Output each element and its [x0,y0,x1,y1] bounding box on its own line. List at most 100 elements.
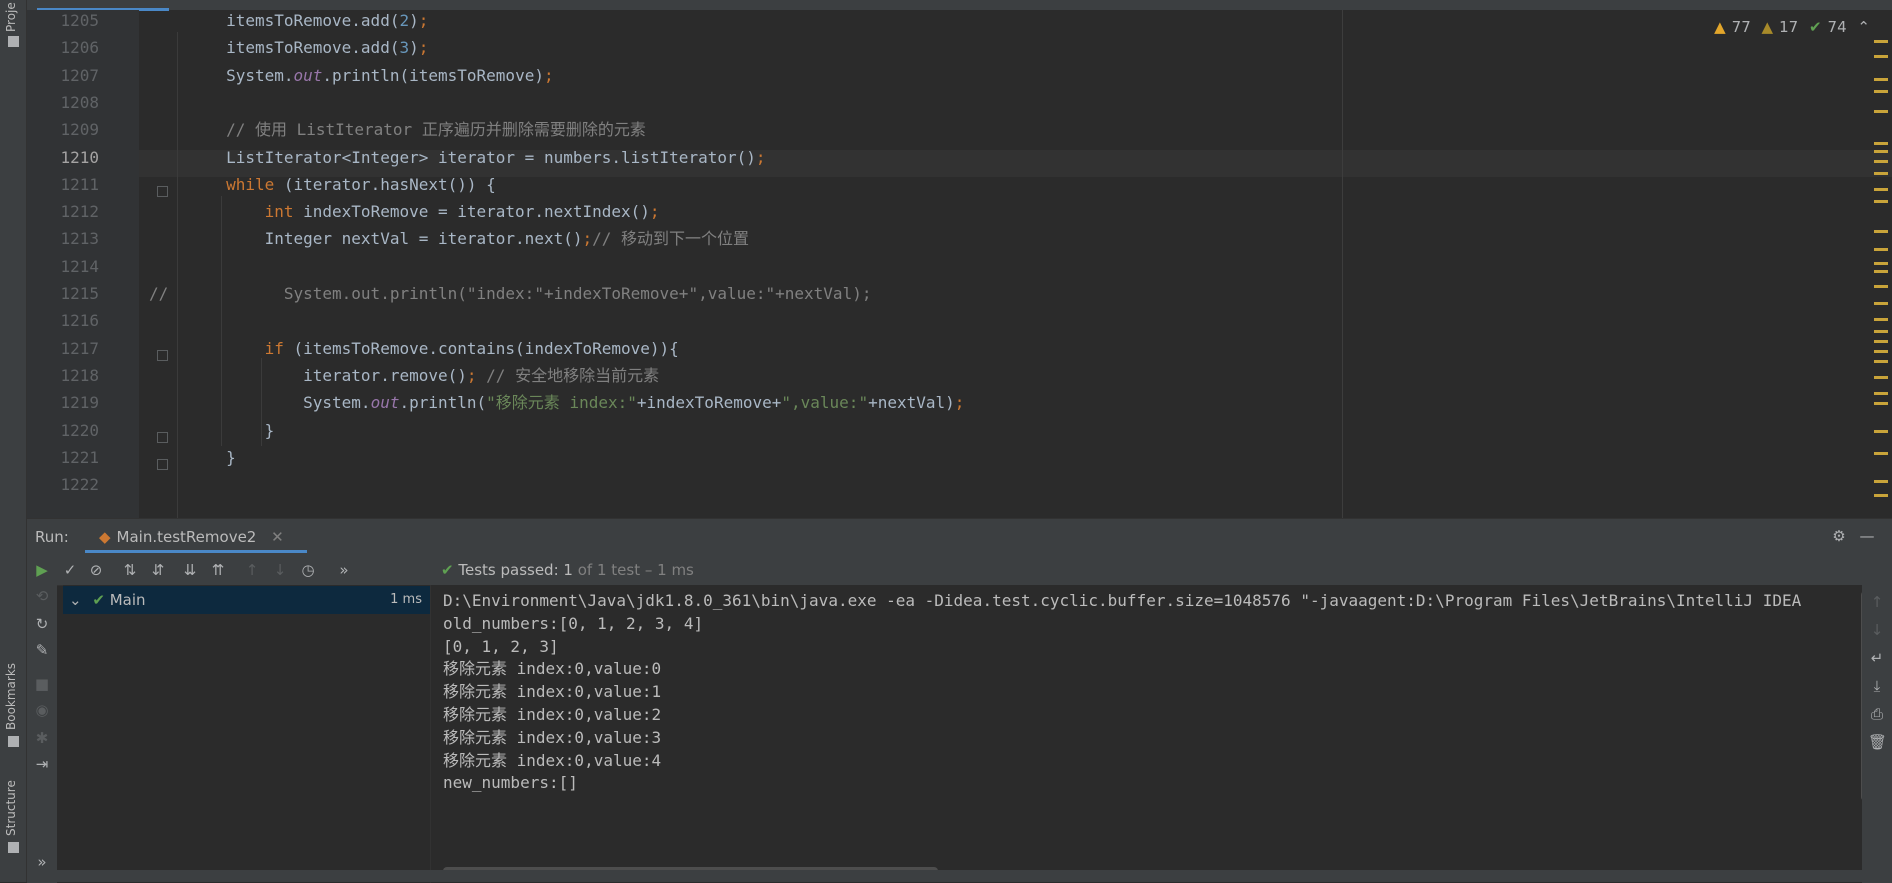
error-stripe-mark[interactable] [1874,230,1888,233]
run-config-tab[interactable]: ◆ Main.testRemove2 ✕ [85,523,298,551]
trash-icon[interactable]: 🗑 [1868,733,1887,751]
error-stripe-mark[interactable] [1874,480,1888,483]
error-stripe-mark[interactable] [1874,350,1888,353]
error-stripe-mark[interactable] [1874,360,1888,363]
error-stripe-mark[interactable] [1874,78,1888,81]
arrow-down-icon[interactable]: ↓ [1868,621,1886,639]
rerun-icon[interactable]: ▶ [33,561,51,579]
error-stripe-mark[interactable] [1874,302,1888,305]
line-number[interactable]: 1214 [27,253,99,280]
next-failed-icon[interactable]: ↓ [271,561,289,579]
exit-icon[interactable]: ⇥ [33,755,51,773]
line-number[interactable]: 1210 [27,144,99,171]
error-stripe-mark[interactable] [1874,142,1888,145]
sort-alphabetically-icon[interactable]: ⇅ [121,561,139,579]
error-stripe-mark[interactable] [1874,110,1888,113]
previous-failed-icon[interactable]: ↑ [243,561,261,579]
error-stripe-mark[interactable] [1874,430,1888,433]
line-number[interactable]: 1207 [27,62,99,89]
tree-row-main[interactable]: ⌄ ✔ Main 1 ms [63,586,430,614]
code-line[interactable]: iterator.remove(); // 安全地移除当前元素 [149,362,659,389]
line-number[interactable]: 1206 [27,34,99,61]
chevron-up-icon[interactable]: ⌃ [1857,18,1870,36]
error-stripe-bar[interactable] [1872,0,1892,518]
line-number[interactable]: 1219 [27,389,99,416]
more-actions-icon[interactable]: » [335,561,353,579]
code-line[interactable]: itemsToRemove.add(2); [149,7,428,34]
line-number[interactable]: 1211 [27,171,99,198]
line-number[interactable]: 1218 [27,362,99,389]
line-number[interactable]: 1216 [27,307,99,334]
error-stripe-mark[interactable] [1874,55,1888,58]
camera-icon[interactable]: ◉ [33,701,51,719]
code-line[interactable]: Integer nextVal = iterator.next();// 移动到… [149,225,749,252]
error-stripe-mark[interactable] [1874,150,1888,153]
line-number[interactable]: 1213 [27,225,99,252]
fold-marker[interactable] [157,432,168,443]
toggle-auto-test-icon[interactable]: ↻ [33,615,51,633]
error-stripe-mark[interactable] [1874,330,1888,333]
code-line[interactable]: // 使用 ListIterator 正序遍历并删除需要删除的元素 [149,116,646,143]
code-line[interactable]: System.out.println("移除元素 index:"+indexTo… [149,389,964,416]
error-stripe-mark[interactable] [1874,172,1888,175]
line-number[interactable]: 1209 [27,116,99,143]
close-icon[interactable]: ✕ [271,528,284,546]
wrench-icon[interactable]: ✎ [33,641,51,659]
code-line[interactable]: itemsToRemove.add(3); [149,34,428,61]
arrow-up-icon[interactable]: ↑ [1868,593,1886,611]
error-stripe-mark[interactable] [1874,160,1888,163]
soft-wrap-icon[interactable]: ↵ [1868,649,1886,667]
collapse-all-icon[interactable]: ⇈ [209,561,227,579]
chevron-down-icon[interactable]: ⌄ [69,591,82,609]
line-number[interactable]: 1215 [27,280,99,307]
gear-icon[interactable]: ⚙ [1830,527,1848,545]
show-ignored-icon[interactable]: ⊘ [87,561,105,579]
error-stripe-mark[interactable] [1874,494,1888,497]
stop-icon[interactable]: ■ [33,675,51,693]
test-history-icon[interactable]: ◷ [299,561,317,579]
error-stripe-mark[interactable] [1874,340,1888,343]
fold-marker[interactable] [157,459,168,470]
bug-icon[interactable]: ✱ [33,729,51,747]
code-line[interactable]: if (itemsToRemove.contains(indexToRemove… [149,335,679,362]
show-passed-icon[interactable]: ✓ [61,561,79,579]
error-stripe-mark[interactable] [1874,285,1888,288]
bookmarks-tool-tab[interactable]: Bookmarks [0,660,26,760]
structure-tool-tab[interactable]: Structure [0,776,26,866]
error-stripe-mark[interactable] [1874,40,1888,43]
fold-marker[interactable] [157,350,168,361]
error-stripe-mark[interactable] [1874,376,1888,379]
line-number[interactable]: 1205 [27,7,99,34]
sort-by-duration-icon[interactable]: ⇵ [149,561,167,579]
error-stripe-mark[interactable] [1874,452,1888,455]
print-icon[interactable]: ⎙ [1868,705,1886,723]
code-line[interactable]: System.out.println(itemsToRemove); [149,62,554,89]
fold-marker[interactable] [157,186,168,197]
console-output[interactable]: D:\Environment\Java\jdk1.8.0_361\bin\jav… [431,585,1873,883]
error-stripe-mark[interactable] [1874,392,1888,395]
code-line[interactable]: ListIterator<Integer> iterator = numbers… [149,144,765,171]
line-number[interactable]: 1208 [27,89,99,116]
error-stripe-mark[interactable] [1874,200,1888,203]
more-icon[interactable]: » [33,853,51,871]
project-tool-tab[interactable]: Proje [0,0,26,50]
error-stripe-mark[interactable] [1874,90,1888,93]
line-number[interactable]: 1221 [27,444,99,471]
line-number[interactable]: 1222 [27,471,99,498]
error-stripe-mark[interactable] [1874,402,1888,405]
line-number[interactable]: 1212 [27,198,99,225]
inspection-widget[interactable]: ▲ 77 ▲ 17 ✔ 74 ⌃ [1708,18,1870,36]
error-stripe-mark[interactable] [1874,188,1888,191]
error-stripe-mark[interactable] [1874,262,1888,265]
line-number[interactable]: 1217 [27,335,99,362]
error-stripe-mark[interactable] [1874,248,1888,251]
test-results-tree[interactable]: ⌄ ✔ Main 1 ms [63,585,431,883]
minimize-icon[interactable]: — [1858,527,1876,545]
expand-all-icon[interactable]: ⇊ [181,561,199,579]
scroll-to-end-icon[interactable]: ⤓ [1868,677,1886,695]
code-line[interactable]: while (iterator.hasNext()) { [149,171,496,198]
line-number[interactable]: 1220 [27,417,99,444]
debug-icon[interactable]: ⟲ [33,587,51,605]
error-stripe-mark[interactable] [1874,318,1888,321]
code-line[interactable]: int indexToRemove = iterator.nextIndex()… [149,198,660,225]
